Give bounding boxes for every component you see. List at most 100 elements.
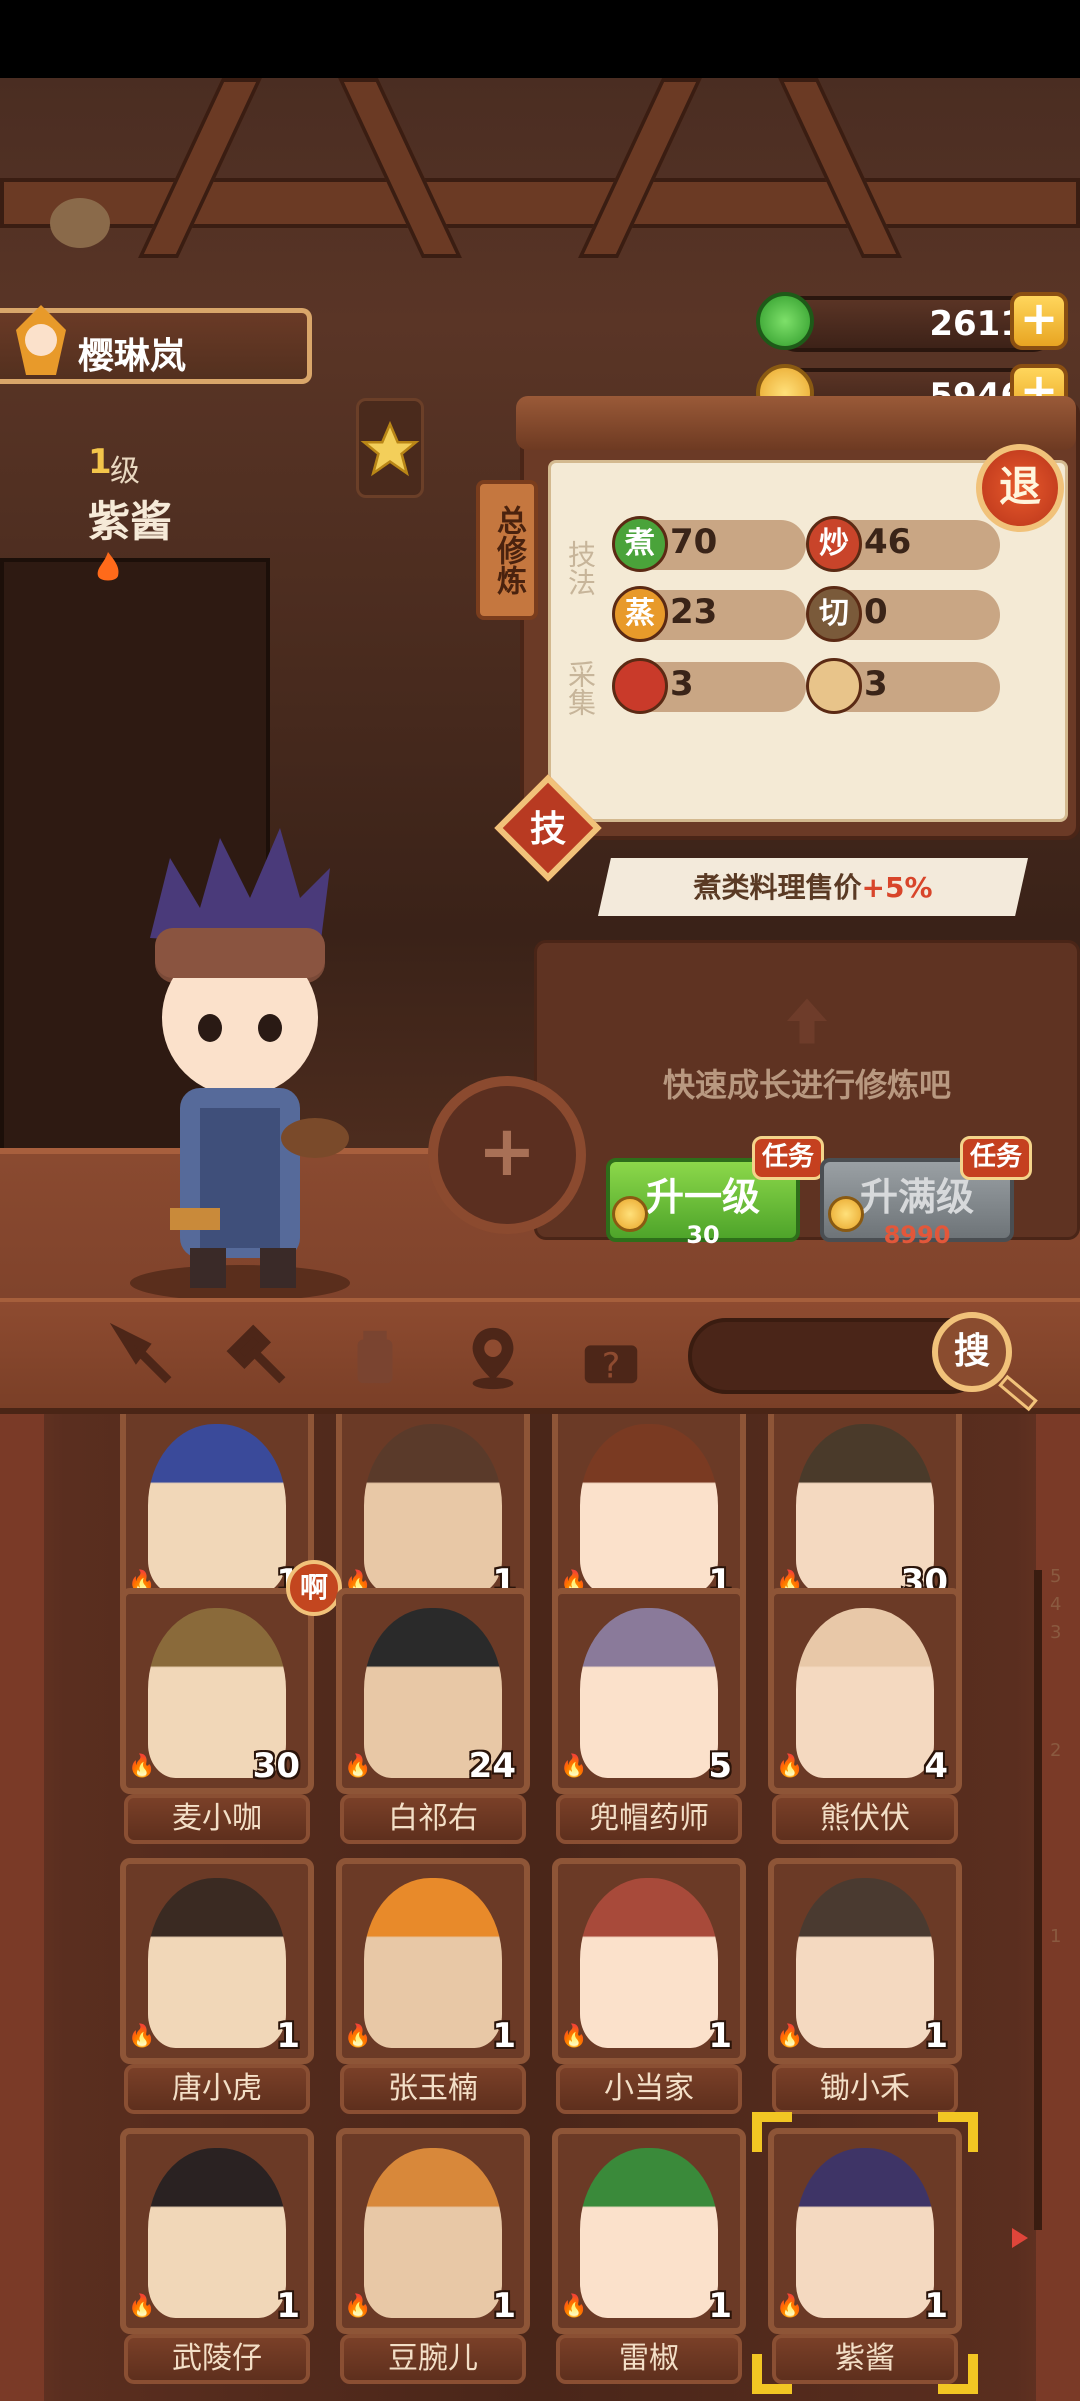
character-portrait — [580, 2148, 718, 2318]
meat-icon — [612, 658, 668, 714]
card-name: 唐小虎 — [124, 2064, 310, 2114]
roster-card[interactable]: 🔥 5 兜帽药师 — [552, 1588, 746, 1844]
card-name: 武陵仔 — [124, 2334, 310, 2384]
add-item-button[interactable]: + — [428, 1076, 586, 1234]
card-name: 豆腕儿 — [340, 2334, 526, 2384]
exit-button[interactable]: 退 — [976, 444, 1064, 532]
boil-value: 70 — [670, 522, 718, 562]
stirfry-value: 46 — [864, 522, 912, 562]
flame-icon — [97, 552, 119, 581]
grain-value: 3 — [864, 664, 888, 704]
player-avatar-icon[interactable] — [6, 300, 76, 380]
roster-scrollbar[interactable] — [1034, 1570, 1042, 2230]
roof-truss — [578, 78, 702, 258]
character-level-number: 1 — [88, 442, 112, 482]
add-jade-button[interactable]: + — [1010, 292, 1068, 350]
technique-label: 技法 — [564, 540, 597, 596]
character-portrait — [148, 1424, 286, 1594]
roster-card[interactable]: 🔥 24 白祁右 — [336, 1588, 530, 1844]
scroll-tick: 2 — [1050, 1740, 1062, 1761]
card-name: 紫酱 — [772, 2334, 958, 2384]
task-tag: 任务 — [960, 1136, 1032, 1180]
chick-decoration — [50, 198, 110, 248]
character-portrait — [580, 1878, 718, 2048]
card-level: 1 — [924, 2016, 948, 2056]
jade-value: 2611 — [929, 304, 1024, 344]
character-portrait — [796, 2148, 934, 2318]
character-name: 紫酱 — [88, 497, 173, 546]
roster-card[interactable]: 🔥 1 张玉楠 — [336, 1858, 530, 2114]
grain-bowl-icon — [806, 658, 862, 714]
roster-card[interactable]: 🔥 30 麦小咖 啊 — [120, 1560, 342, 1844]
character-portrait — [148, 1878, 286, 2048]
flame-icon: 🔥 — [776, 2294, 804, 2319]
card-level: 30 — [252, 1746, 300, 1786]
jar-filter-icon[interactable] — [340, 1322, 410, 1392]
roster-card[interactable]: 🔥 1 唐小虎 — [120, 1858, 314, 2114]
roof-truss — [138, 78, 262, 258]
roster-card[interactable]: 🔥 1 雷椒 — [552, 2128, 746, 2384]
coin-icon — [612, 1196, 648, 1232]
character-portrait — [796, 1878, 934, 2048]
cut-badge: 切 — [806, 586, 862, 642]
steam-value: 23 — [670, 592, 718, 632]
bonus-percent: +5% — [861, 871, 933, 904]
roster-card[interactable]: 🔥 1 锄小禾 — [768, 1858, 962, 2114]
selection-corner — [938, 2354, 978, 2394]
location-filter-icon[interactable] — [458, 1322, 528, 1392]
card-name: 熊伏伏 — [772, 1794, 958, 1844]
selection-corner — [938, 2112, 978, 2152]
roster-card[interactable]: 🔥 4 熊伏伏 — [768, 1588, 962, 1844]
flame-icon: 🔥 — [560, 2294, 588, 2319]
card-name: 雷椒 — [556, 2334, 742, 2384]
character-portrait — [148, 2148, 286, 2318]
favorite-star-button[interactable] — [356, 398, 424, 498]
scroll-tick: 5 — [1050, 1566, 1062, 1587]
character-portrait — [796, 1608, 934, 1778]
card-name: 白祁右 — [340, 1794, 526, 1844]
character-portrait — [364, 1424, 502, 1594]
card-name: 小当家 — [556, 2064, 742, 2114]
flame-icon: 🔥 — [128, 1754, 156, 1779]
gather-label: 采集 — [564, 660, 597, 716]
card-level: 1 — [492, 2286, 516, 2326]
shovel-filter-icon[interactable] — [224, 1322, 294, 1392]
star-icon — [360, 420, 420, 477]
new-tag-badge: 啊 — [286, 1560, 342, 1616]
roster-card[interactable]: 🔥 1 小当家 — [552, 1858, 746, 2114]
scroll-tick: 4 — [1050, 1594, 1062, 1615]
roster-card[interactable]: 🔥 1 紫酱 — [752, 2112, 978, 2394]
card-name: 张玉楠 — [340, 2064, 526, 2114]
search-button[interactable]: 搜 — [932, 1312, 1012, 1392]
meat-value: 3 — [670, 664, 694, 704]
character-portrait — [580, 1608, 718, 1778]
scroll-tick: 1 — [1050, 1926, 1062, 1947]
task-tag: 任务 — [752, 1136, 824, 1180]
character-level-suffix: 级 — [110, 454, 140, 489]
coin-icon — [828, 1196, 864, 1232]
roof-truss — [778, 78, 902, 258]
card-level: 1 — [276, 2016, 300, 2056]
card-level: 1 — [924, 2286, 948, 2326]
flame-icon: 🔥 — [560, 1754, 588, 1779]
spatula-filter-icon[interactable] — [109, 1322, 180, 1392]
card-name: 兜帽药师 — [556, 1794, 742, 1844]
card-level: 1 — [276, 2286, 300, 2326]
flame-icon: 🔥 — [344, 1754, 372, 1779]
scroll-tick: 3 — [1050, 1622, 1062, 1643]
flame-icon: 🔥 — [344, 2294, 372, 2319]
stirfry-badge: 炒 — [806, 516, 862, 572]
svg-text:?: ? — [602, 1346, 621, 1386]
character-portrait — [364, 2148, 502, 2318]
player-name: 樱琳岚 — [78, 336, 187, 377]
total-cultivation-tab[interactable]: 总修炼 — [476, 480, 538, 620]
flame-icon: 🔥 — [128, 2024, 156, 2049]
roster-card[interactable]: 🔥 1 武陵仔 — [120, 2128, 314, 2384]
card-name: 麦小咖 — [124, 1794, 310, 1844]
card-level: 24 — [468, 1746, 516, 1786]
roster-card[interactable]: 🔥 1 豆腕儿 — [336, 2128, 530, 2384]
character-portrait — [364, 1878, 502, 2048]
card-level: 1 — [708, 2286, 732, 2326]
flame-icon: 🔥 — [128, 2294, 156, 2319]
mystery-box-filter-icon[interactable]: ? — [576, 1322, 646, 1392]
